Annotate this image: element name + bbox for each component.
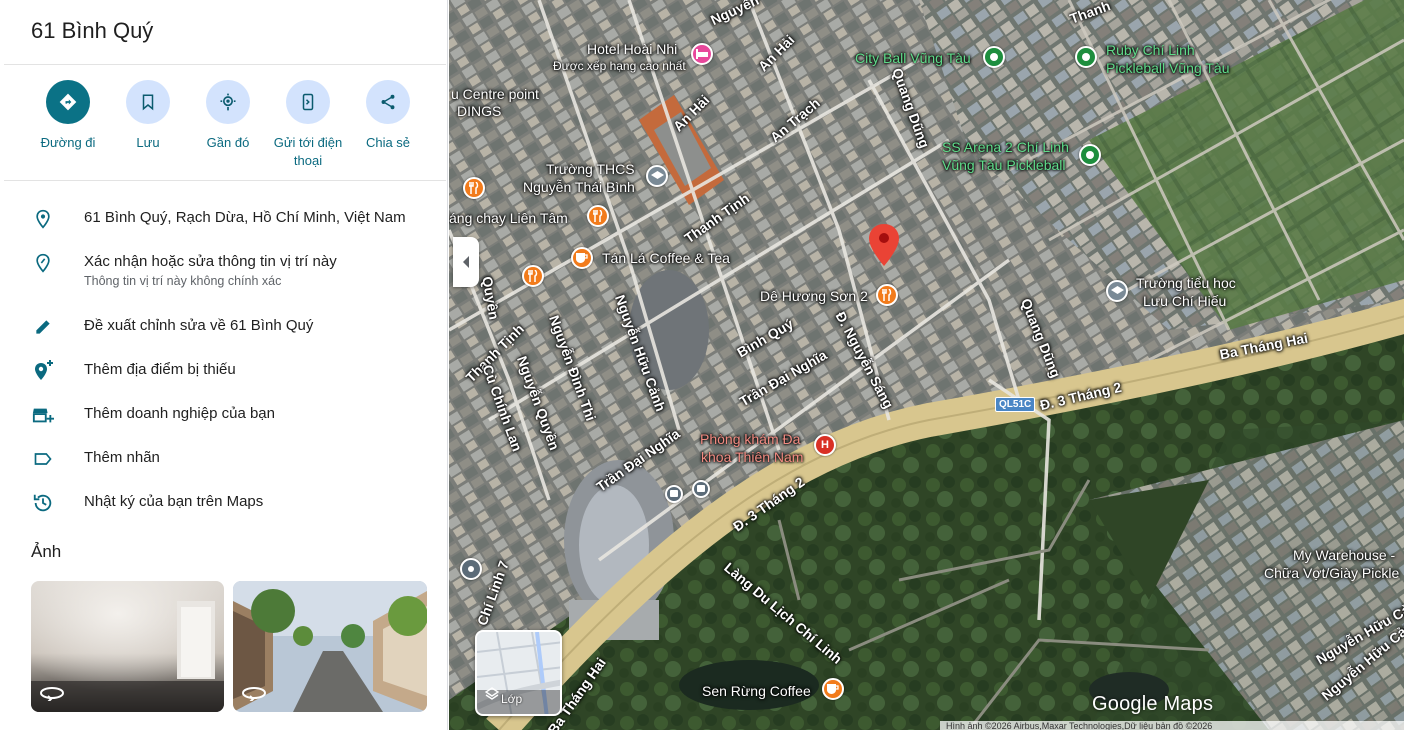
label-icon xyxy=(30,446,56,472)
nearby-button[interactable]: Gần đó xyxy=(188,80,268,170)
poi-label: Hotel Hoài Nhi xyxy=(587,41,678,57)
bus-stop-icon[interactable] xyxy=(665,485,683,503)
directions-icon xyxy=(46,80,90,124)
send-to-phone-icon xyxy=(286,80,330,124)
sports-icon[interactable] xyxy=(1079,144,1101,166)
divider xyxy=(4,64,446,65)
history-icon xyxy=(30,490,56,516)
nearby-label: Gần đó xyxy=(206,135,250,150)
pencil-icon xyxy=(30,314,56,340)
school-icon[interactable] xyxy=(1106,280,1128,302)
hotel-icon[interactable] xyxy=(691,43,713,65)
layers-icon xyxy=(484,687,500,706)
poi-label: Trường tiểu học xyxy=(1136,275,1236,291)
poi-label: áng chay Liên Tâm xyxy=(449,210,568,226)
location-pin-icon xyxy=(30,206,56,232)
poi-label: Lưu Chí Hiếu xyxy=(1143,293,1227,309)
layers-label: Lớp xyxy=(501,692,523,706)
save-label: Lưu xyxy=(136,135,160,150)
poi-label: Tán Lá Coffee & Tea xyxy=(602,250,730,266)
photos-heading: Ảnh xyxy=(31,542,62,561)
place-panel: 61 Bình Quý Đường đi Lưu Gần đó Gửi tới … xyxy=(0,0,448,730)
address-row[interactable]: 61 Bình Quý, Rạch Dừa, Hồ Chí Minh, Việt… xyxy=(0,206,446,250)
share-icon xyxy=(366,80,410,124)
address-text: 61 Bình Quý, Rạch Dừa, Hồ Chí Minh, Việt… xyxy=(84,209,406,226)
map-attribution: Hình ảnh ©2026 Airbus,Maxar Technologies… xyxy=(940,721,1404,730)
poi-label: Chữa Vợt/Giày Pickle xyxy=(1264,565,1400,581)
coffee-icon[interactable] xyxy=(571,247,593,269)
add-place-icon xyxy=(30,358,56,384)
nearby-icon xyxy=(206,80,250,124)
confirm-location-subtext: Thông tin vị trí này không chính xác xyxy=(84,274,282,288)
add-place-row[interactable]: Thêm địa điểm bị thiếu xyxy=(0,358,446,402)
share-button[interactable]: Chia sẻ xyxy=(348,80,428,170)
layers-button[interactable]: Lớp xyxy=(475,630,562,716)
add-business-text: Thêm doanh nghiệp của bạn xyxy=(84,405,275,422)
hospital-icon[interactable]: H xyxy=(814,434,836,456)
sports-icon[interactable] xyxy=(983,46,1005,68)
edit-location-icon xyxy=(30,250,56,276)
bookmark-icon xyxy=(126,80,170,124)
place-marker-icon[interactable] xyxy=(460,558,482,580)
photo-street-view-2[interactable] xyxy=(233,581,427,712)
photo-street-view-1[interactable] xyxy=(31,581,224,712)
maps-history-row[interactable]: Nhật ký của bạn trên Maps xyxy=(0,490,446,534)
add-business-row[interactable]: Thêm doanh nghiệp của bạn xyxy=(0,402,446,446)
directions-button[interactable]: Đường đi xyxy=(28,80,108,170)
restaurant-icon[interactable] xyxy=(463,177,485,199)
poi-label: khoa Thiên Nam xyxy=(701,449,804,465)
poi-label: Vũng Tàu Pickleball xyxy=(942,157,1066,173)
save-button[interactable]: Lưu xyxy=(108,80,188,170)
sports-icon[interactable] xyxy=(1075,46,1097,68)
highway-shield: QL51C xyxy=(995,397,1036,412)
poi-label: Sen Rừng Coffee xyxy=(702,683,811,699)
poi-sublabel: Được xếp hạng cao nhất xyxy=(553,59,686,73)
coffee-icon[interactable] xyxy=(822,678,844,700)
google-maps-logo: Google Maps xyxy=(1092,693,1214,715)
chevron-left-icon xyxy=(463,256,469,268)
poi-label: Trường THCS xyxy=(546,161,635,177)
add-business-icon xyxy=(30,402,56,428)
bus-stop-icon[interactable] xyxy=(692,480,710,498)
confirm-location-row[interactable]: Xác nhận hoặc sửa thông tin vị trí này T… xyxy=(0,250,446,294)
selected-place-pin-icon[interactable] xyxy=(869,224,899,271)
poi-label: City Ball Vũng Tàu xyxy=(855,50,971,66)
add-label-row[interactable]: Thêm nhãn xyxy=(0,446,446,490)
poi-label: Phòng khám Đa xyxy=(700,431,801,447)
suggest-edit-text: Đề xuất chỉnh sửa về 61 Bình Quý xyxy=(84,317,314,334)
poi-label: Dê Hương Sơn 2 xyxy=(760,288,868,304)
satellite-map[interactable]: Ba Tháng Hai Ba Tháng Hai Đ. 3 Tháng 2 Đ… xyxy=(449,0,1404,730)
school-icon[interactable] xyxy=(646,165,668,187)
poi-label: SS Arena 2 Chí Linh xyxy=(942,139,1069,155)
divider xyxy=(4,180,446,181)
poi-label: Pickleball Vũng Tàu xyxy=(1106,60,1230,76)
restaurant-icon[interactable] xyxy=(876,284,898,306)
map-imagery xyxy=(449,0,1404,730)
street-view-360-icon xyxy=(39,683,65,706)
poi-label: Ruby Chí Linh xyxy=(1106,42,1195,58)
directions-label: Đường đi xyxy=(40,135,96,150)
street-view-360-icon xyxy=(241,683,267,706)
send-to-phone-label: Gửi tới điện thoại xyxy=(273,135,343,168)
send-to-phone-button[interactable]: Gửi tới điện thoại xyxy=(268,80,348,170)
poi-label: DINGS xyxy=(457,103,502,119)
add-place-text: Thêm địa điểm bị thiếu xyxy=(84,361,236,378)
collapse-panel-button[interactable] xyxy=(453,237,479,287)
suggest-edit-row[interactable]: Đề xuất chỉnh sửa về 61 Bình Quý xyxy=(0,314,446,358)
restaurant-icon[interactable] xyxy=(522,265,544,287)
action-bar: Đường đi Lưu Gần đó Gửi tới điện thoại C… xyxy=(28,80,428,170)
maps-history-text: Nhật ký của bạn trên Maps xyxy=(84,493,264,510)
confirm-location-text: Xác nhận hoặc sửa thông tin vị trí này xyxy=(84,253,337,270)
place-title: 61 Bình Quý xyxy=(31,18,154,43)
share-label: Chia sẻ xyxy=(365,135,411,150)
poi-label: My Warehouse - xyxy=(1293,547,1396,563)
poi-label: u Centre point xyxy=(451,86,539,102)
poi-label: Nguyễn Thái Bình xyxy=(523,179,635,195)
restaurant-icon[interactable] xyxy=(587,205,609,227)
add-label-text: Thêm nhãn xyxy=(84,449,160,466)
